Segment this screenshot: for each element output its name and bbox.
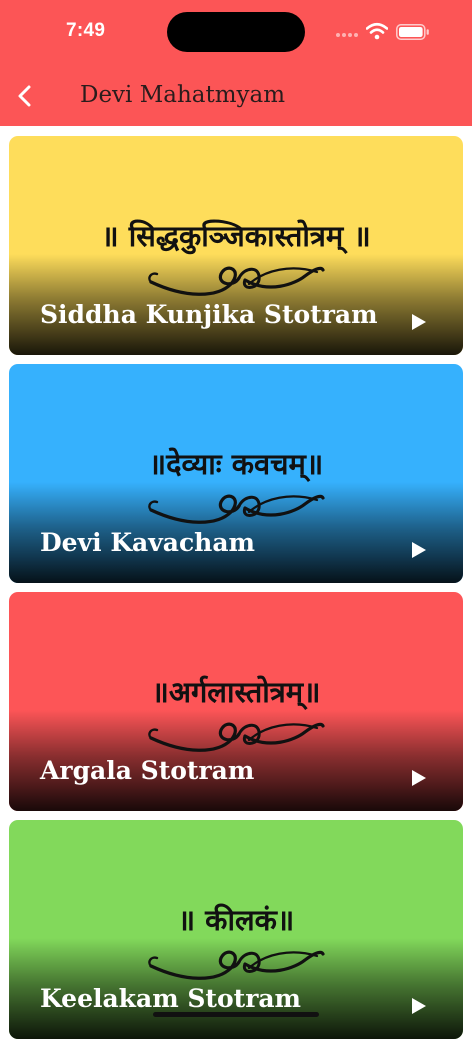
card-title: Siddha Kunjika Stotram [40, 300, 378, 329]
card-title: Argala Stotram [40, 756, 255, 785]
chevron-left-icon [18, 85, 31, 107]
flourish-ornament-icon [148, 266, 325, 296]
status-time: 7:49 [66, 20, 106, 41]
navigation-header: 7:49 Devi Mahatmyam [0, 0, 472, 126]
card-devi-kavacham[interactable]: ॥देव्याः कवचम्॥ Devi Kavacham [9, 364, 463, 583]
play-icon[interactable] [411, 769, 427, 787]
play-icon[interactable] [411, 313, 427, 331]
flourish-ornament-icon [148, 494, 325, 524]
card-siddha-kunjika-stotram[interactable]: ॥ सिद्धकुञ्जिकास्तोत्रम् ॥ Siddha Kunjik… [9, 136, 463, 355]
home-indicator[interactable] [153, 1012, 319, 1017]
sanskrit-title: ॥देव्याः कवचम्॥ [148, 447, 324, 481]
play-icon[interactable] [411, 997, 427, 1015]
sanskrit-title: ॥ सिद्धकुञ्जिकास्तोत्रम् ॥ [101, 219, 371, 253]
page-title: Devi Mahatmyam [80, 82, 286, 108]
card-title: Devi Kavacham [40, 528, 256, 557]
cellular-signal-icon [336, 33, 360, 39]
back-button[interactable] [8, 78, 42, 114]
play-icon[interactable] [411, 541, 427, 559]
card-title: Keelakam Stotram [40, 984, 302, 1013]
sanskrit-title: ॥ कीलकं॥ [177, 903, 295, 937]
card-keelakam-stotram[interactable]: ॥ कीलकं॥ Keelakam Stotram [9, 820, 463, 1039]
flourish-ornament-icon [148, 950, 325, 980]
battery-icon [396, 24, 429, 40]
sanskrit-title: ॥अर्गलास्तोत्रम्॥ [151, 675, 321, 709]
wifi-icon [366, 22, 388, 40]
card-argala-stotram[interactable]: ॥अर्गलास्तोत्रम्॥ Argala Stotram [9, 592, 463, 811]
flourish-ornament-icon [148, 722, 325, 752]
dynamic-island [167, 12, 305, 52]
